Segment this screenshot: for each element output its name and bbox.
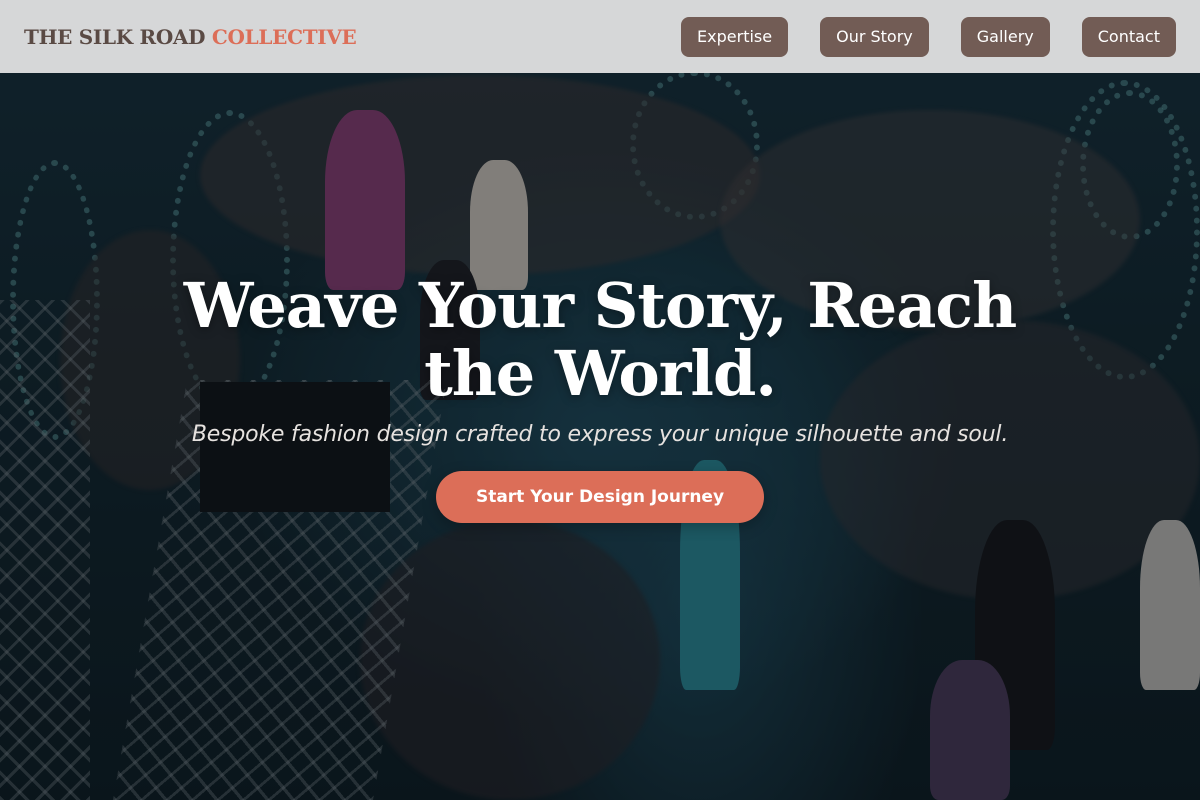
site-header: THE SILK ROAD COLLECTIVE Expertise Our S…	[0, 0, 1200, 73]
hero-section: Weave Your Story, Reach the World. Bespo…	[0, 272, 1200, 523]
main-nav: Expertise Our Story Gallery Contact	[649, 16, 1176, 57]
nav-gallery-button[interactable]: Gallery	[960, 16, 1050, 57]
brand-name: THE SILK ROAD	[24, 24, 206, 49]
brand-name-accent: COLLECTIVE	[211, 24, 357, 49]
nav-our-story-button[interactable]: Our Story	[820, 16, 929, 57]
hero-title: Weave Your Story, Reach the World.	[183, 269, 1017, 410]
start-design-journey-button[interactable]: Start Your Design Journey	[435, 471, 765, 523]
nav-contact-button[interactable]: Contact	[1081, 16, 1176, 57]
hero-subtitle: Bespoke fashion design crafted to expres…	[191, 422, 1009, 447]
nav-expertise-button[interactable]: Expertise	[681, 16, 789, 57]
brand-logo[interactable]: THE SILK ROAD COLLECTIVE	[24, 25, 357, 49]
